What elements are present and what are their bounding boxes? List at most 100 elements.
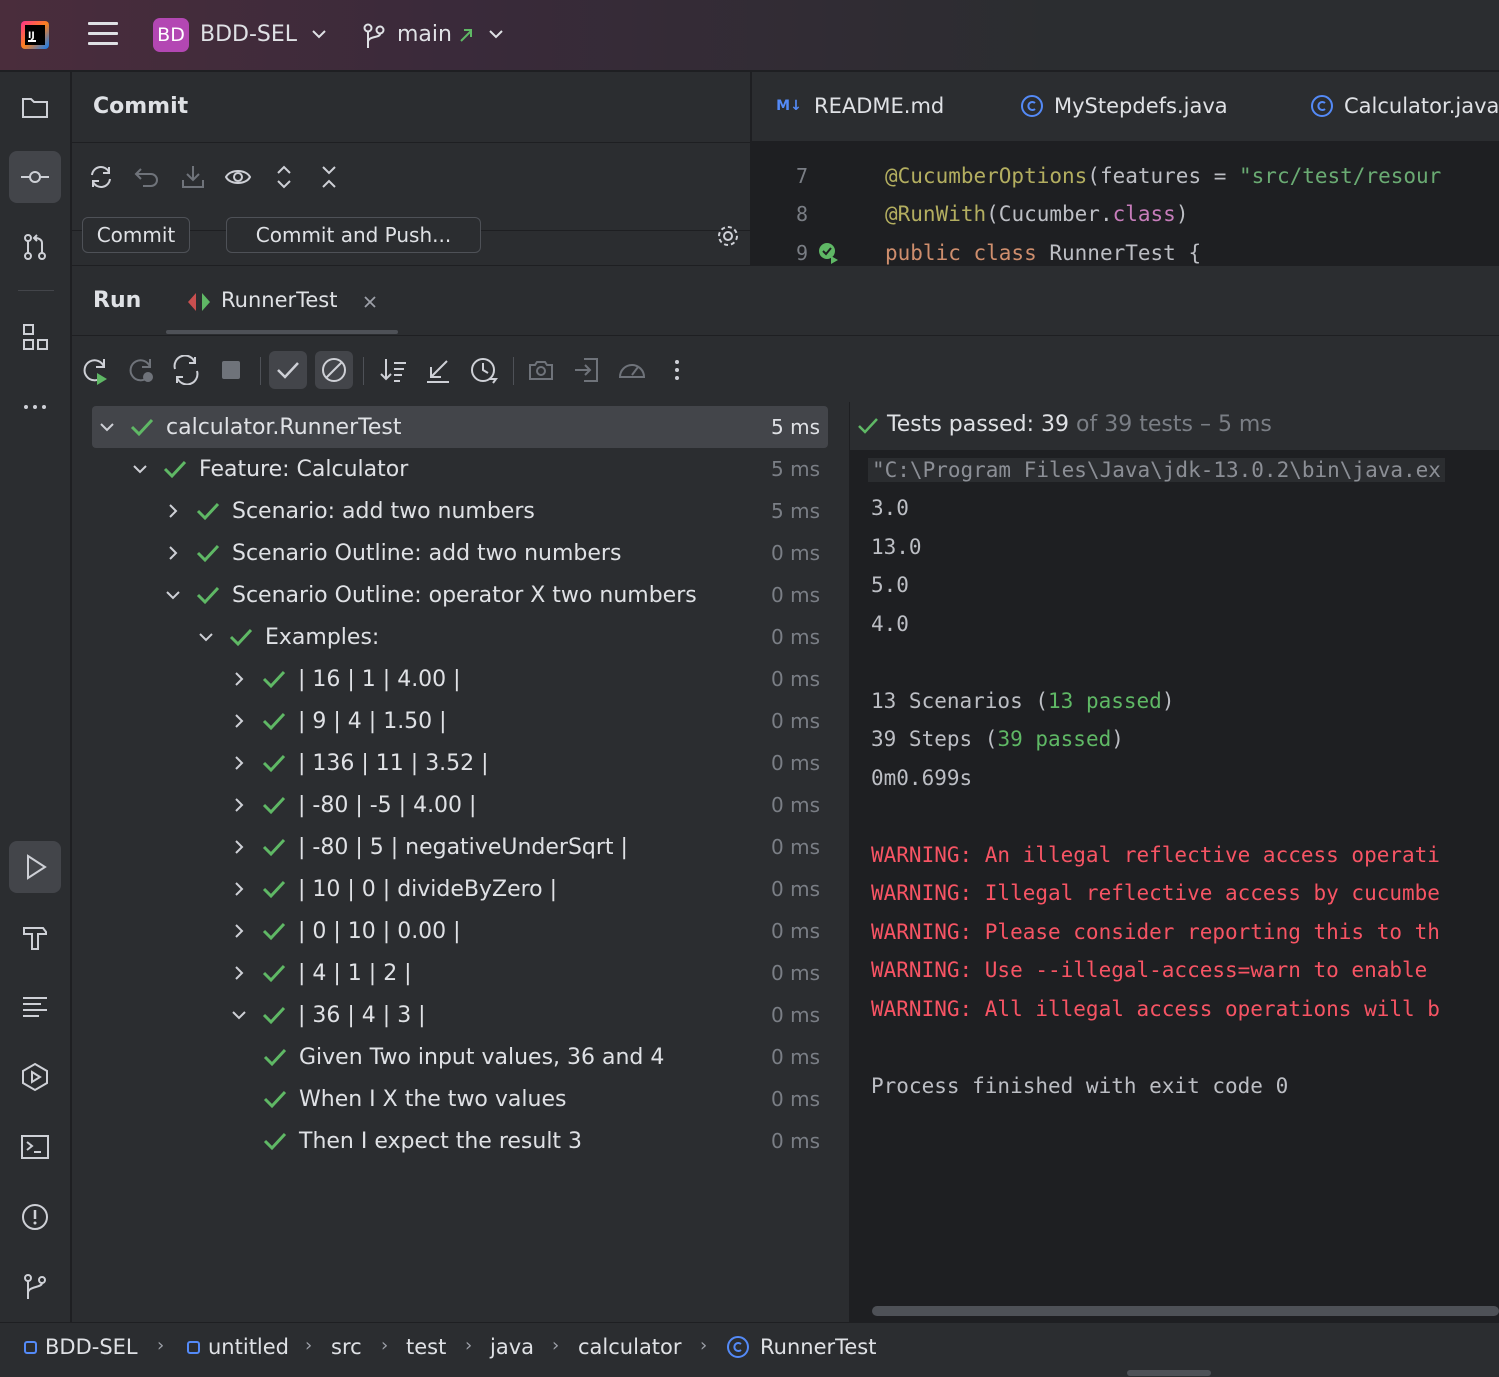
console-warning: WARNING: Use --illegal-access=warn to en… [871, 958, 1440, 982]
services-tool[interactable] [9, 1051, 61, 1103]
tree-row[interactable]: | -80 | 5 | negativeUnderSqrt | 0 ms [92, 826, 828, 868]
expand-all-button[interactable] [269, 162, 299, 192]
chevron-down-icon[interactable] [229, 1005, 249, 1025]
chevron-right-icon[interactable] [229, 879, 249, 899]
chevron-right-icon: › [700, 1335, 708, 1356]
commit-and-push-button[interactable]: Commit and Push... [226, 217, 481, 253]
more-options-button[interactable] [658, 351, 696, 389]
tree-row[interactable]: | 0 | 10 | 0.00 | 0 ms [92, 910, 828, 952]
commit-button[interactable]: Commit [82, 217, 190, 253]
chevron-right-icon[interactable] [229, 963, 249, 983]
tree-row[interactable]: Feature: Calculator 5 ms [92, 448, 828, 490]
rerun-failed-button[interactable] [122, 351, 160, 389]
tab-calculator[interactable]: Calculator.java [1310, 94, 1499, 118]
tree-row[interactable]: Scenario: add two numbers 5 ms [92, 490, 828, 532]
tree-row[interactable]: Scenario Outline: operator X two numbers… [92, 574, 828, 616]
tree-row[interactable]: | 36 | 4 | 3 | 0 ms [92, 994, 828, 1036]
tree-row[interactable]: | 10 | 0 | divideByZero | 0 ms [92, 868, 828, 910]
stop-button[interactable] [212, 351, 250, 389]
project-name[interactable]: BDD-SEL [200, 22, 297, 47]
collapse-all-button[interactable] [314, 162, 344, 192]
pull-requests-tool[interactable] [9, 221, 61, 273]
chevron-right-icon[interactable] [163, 501, 183, 521]
rollback-button[interactable] [132, 162, 162, 192]
chevron-right-icon[interactable] [229, 795, 249, 815]
chevron-right-icon[interactable] [229, 753, 249, 773]
console-output[interactable]: "C:\Program Files\Java\jdk-13.0.2\bin\ja… [850, 450, 1499, 1322]
structure-tool[interactable] [9, 311, 61, 363]
breadcrumb-java[interactable]: java [490, 1335, 534, 1359]
tree-row[interactable]: Given Two input values, 36 and 4 0 ms [92, 1036, 828, 1078]
line-number: 8 [796, 202, 809, 226]
tree-row[interactable]: | -80 | -5 | 4.00 | 0 ms [92, 784, 828, 826]
chevron-right-icon[interactable] [229, 711, 249, 731]
toggle-auto-test-button[interactable] [167, 351, 205, 389]
main-menu-icon[interactable] [88, 22, 118, 48]
problems-tool[interactable] [9, 1191, 61, 1243]
terminal-tool[interactable] [9, 1121, 61, 1173]
screenshot-button[interactable] [522, 351, 560, 389]
breadcrumb-src[interactable]: src [331, 1335, 362, 1359]
log-tool[interactable] [9, 981, 61, 1033]
tree-row[interactable]: Then I expect the result 3 0 ms [92, 1120, 828, 1162]
rerun-button[interactable] [76, 351, 114, 389]
tree-row[interactable]: | 9 | 4 | 1.50 | 0 ms [92, 700, 828, 742]
tree-row[interactable]: Examples: 0 ms [92, 616, 828, 658]
build-tool[interactable] [9, 911, 61, 963]
status-scrollbar[interactable] [1127, 1370, 1211, 1376]
breadcrumb-calculator[interactable]: calculator [578, 1335, 682, 1359]
branch-name[interactable]: main [397, 22, 452, 47]
tab-readme[interactable]: M↓ README.md [774, 94, 944, 118]
tree-row[interactable]: | 16 | 1 | 4.00 | 0 ms [92, 658, 828, 700]
refresh-button[interactable] [86, 162, 116, 192]
commit-tool[interactable] [9, 151, 61, 203]
tree-label: | 4 | 1 | 2 | [298, 960, 412, 986]
tree-row[interactable]: | 4 | 1 | 2 | 0 ms [92, 952, 828, 994]
more-tools[interactable] [9, 381, 61, 433]
breadcrumb-module[interactable]: untitled [187, 1335, 289, 1359]
tab-runner-test[interactable]: RunnerTest [221, 288, 337, 312]
tree-row[interactable]: calculator.RunnerTest 5 ms [92, 406, 828, 448]
view-options-button[interactable] [223, 162, 253, 192]
tool-window-strip [0, 72, 71, 1322]
run-tool[interactable] [9, 841, 61, 893]
show-ignored-button[interactable] [315, 351, 353, 389]
export-button[interactable] [568, 351, 606, 389]
git-tool[interactable] [9, 1261, 61, 1313]
line-number: 9 [796, 241, 809, 265]
chevron-down-icon[interactable] [488, 26, 504, 42]
chevron-down-icon[interactable] [97, 417, 117, 437]
chevron-right-icon[interactable] [229, 837, 249, 857]
breadcrumb-runner-test[interactable]: RunnerTest [726, 1335, 876, 1359]
test-history-button[interactable] [465, 351, 503, 389]
tree-row[interactable]: When I X the two values 0 ms [92, 1078, 828, 1120]
coverage-button[interactable] [613, 351, 651, 389]
tests-passed-count: Tests passed: 39 [887, 412, 1070, 437]
rerun-failed-icon [129, 359, 153, 382]
sort-button[interactable] [374, 351, 412, 389]
commit-panel-title: Commit [93, 94, 189, 119]
chevron-right-icon[interactable] [229, 921, 249, 941]
chevron-right-icon[interactable] [163, 543, 183, 563]
chevron-down-icon[interactable] [130, 459, 150, 479]
project-tool[interactable] [9, 81, 61, 133]
settings-icon[interactable] [716, 224, 740, 248]
tree-row[interactable]: | 136 | 11 | 3.52 | 0 ms [92, 742, 828, 784]
horizontal-scrollbar[interactable] [872, 1306, 1499, 1316]
chevron-down-icon[interactable] [163, 585, 183, 605]
breadcrumb-test[interactable]: test [406, 1335, 446, 1359]
update-button[interactable] [178, 162, 208, 192]
breadcrumb-project[interactable]: BDD-SEL [24, 1335, 138, 1359]
run-test-gutter-icon[interactable] [816, 240, 842, 265]
code-area[interactable]: 7 8 9 @CucumberOptions(features = "src/t… [752, 142, 1499, 265]
tree-row[interactable]: Scenario Outline: add two numbers 0 ms [92, 532, 828, 574]
close-icon[interactable] [362, 294, 378, 310]
tab-mystepdefs[interactable]: MyStepdefs.java [1020, 94, 1228, 118]
chevron-down-icon[interactable] [311, 26, 327, 42]
app-logo-icon[interactable]: IJ [20, 20, 50, 50]
chevron-down-icon[interactable] [196, 627, 216, 647]
chevron-right-icon[interactable] [229, 669, 249, 689]
import-tests-button[interactable] [419, 351, 457, 389]
show-passed-button[interactable] [269, 351, 307, 389]
project-badge[interactable]: BD [153, 18, 189, 52]
